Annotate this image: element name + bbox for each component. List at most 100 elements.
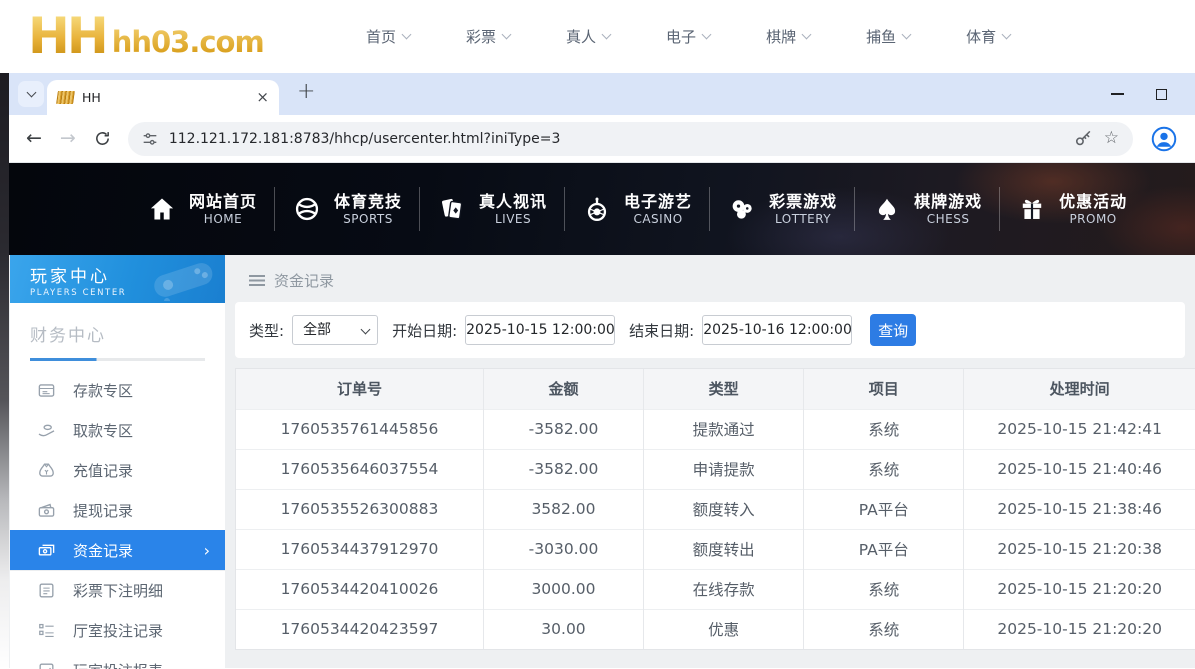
hero-label-zh: 彩票游戏 <box>769 192 837 212</box>
col-header-order-no: 订单号 <box>236 369 483 409</box>
cell-project: PA平台 <box>804 489 964 529</box>
hero-nav-sports[interactable]: 体育竞技 SPORTS <box>274 183 419 235</box>
sidebar-item-lottery-bet-details[interactable]: 彩票下注明细 <box>10 570 225 610</box>
top-nav-label: 彩票 <box>466 26 496 47</box>
url-text[interactable]: 112.121.172.181:8783/hhcp/usercenter.htm… <box>169 131 561 147</box>
top-nav-sports[interactable]: 体育 <box>966 26 1010 47</box>
sidebar-item-hall-bet-records[interactable]: 厅室投注记录 <box>10 610 225 650</box>
cell-type: 额度转出 <box>644 529 804 569</box>
cell-time: 2025-10-15 21:42:41 <box>964 409 1195 449</box>
tab-search-button[interactable] <box>18 81 44 107</box>
sidebar-item-recharge-records[interactable]: 充值记录 <box>10 450 225 490</box>
cell-project: 系统 <box>804 449 964 489</box>
cell-project: 系统 <box>804 409 964 449</box>
bookmark-star-icon[interactable]: ☆ <box>1104 130 1119 147</box>
top-nav-fishing[interactable]: 捕鱼 <box>866 26 910 47</box>
query-button[interactable]: 查询 <box>870 314 916 346</box>
page-title: 资金记录 <box>274 270 334 291</box>
cell-project: 系统 <box>804 569 964 609</box>
hero-nav-lottery[interactable]: 彩票游戏 LOTTERY <box>709 183 854 235</box>
top-nav-label: 体育 <box>966 26 996 47</box>
hero-nav-home[interactable]: 网站首页 HOME <box>129 183 274 235</box>
cell-order-no: 1760535761445856 <box>236 409 483 449</box>
cell-order-no: 1760534420410026 <box>236 569 483 609</box>
reload-button[interactable] <box>94 130 111 147</box>
type-select-wrap: 全部 <box>292 315 378 345</box>
new-tab-button[interactable]: + <box>297 81 315 103</box>
hero-nav-promo[interactable]: 优惠活动 PROMO <box>999 183 1144 235</box>
table-row: 1760534420423597 30.00 优惠 系统 2025-10-15 … <box>236 609 1195 649</box>
sidebar-item-deposit-zone[interactable]: 存款专区 <box>10 370 225 410</box>
top-nav-slots[interactable]: 电子 <box>666 26 710 47</box>
page-body: 玩家中心 PLAYERS CENTER 财务中心 <box>9 255 1195 668</box>
back-button[interactable]: ← <box>26 129 42 148</box>
end-date-input[interactable] <box>702 315 852 345</box>
window-maximize-button[interactable] <box>1156 89 1167 100</box>
browser-tab[interactable]: HH × <box>47 80 279 115</box>
col-header-amount: 金额 <box>483 369 643 409</box>
top-nav-label: 电子 <box>666 26 696 47</box>
window-minimize-button[interactable] <box>1111 93 1124 95</box>
profile-avatar-icon[interactable] <box>1151 126 1177 152</box>
cell-amount: -3582.00 <box>483 409 643 449</box>
top-nav-chess[interactable]: 棋牌 <box>766 26 810 47</box>
sidebar-item-withdrawal-records[interactable]: 提现记录 <box>10 490 225 530</box>
start-date-input[interactable] <box>465 315 615 345</box>
type-select[interactable]: 全部 <box>292 315 378 345</box>
cell-amount: 30.00 <box>483 609 643 649</box>
sidebar-item-player-bet-report[interactable]: 玩家投注报表 <box>10 650 225 669</box>
tab-title: HH <box>82 90 248 105</box>
menu-hamburger-icon[interactable] <box>249 275 265 286</box>
chevron-down-icon <box>26 88 36 98</box>
password-key-icon[interactable] <box>1074 129 1093 148</box>
money-bag-icon <box>37 461 56 480</box>
sidebar-item-withdraw-zone[interactable]: 取款专区 <box>10 410 225 450</box>
report-chart-icon <box>37 661 56 669</box>
roulette-icon <box>581 195 613 223</box>
hero-label-en: CHESS <box>927 212 970 227</box>
cell-time: 2025-10-15 21:38:46 <box>964 489 1195 529</box>
top-nav-live[interactable]: 真人 <box>566 26 610 47</box>
top-nav-lottery[interactable]: 彩票 <box>466 26 510 47</box>
hero-label-en: LOTTERY <box>775 212 831 227</box>
banknote-icon <box>37 501 56 520</box>
browser-toolbar: ← → 112.121.172.181:8783/hhcp/usercenter… <box>9 115 1195 163</box>
site-logo[interactable]: HH hh03.com <box>28 14 264 59</box>
home-icon <box>146 195 178 223</box>
hero-label-zh: 体育竞技 <box>334 192 402 212</box>
gift-icon <box>1016 196 1048 222</box>
col-header-project: 项目 <box>804 369 964 409</box>
cell-amount: -3582.00 <box>483 449 643 489</box>
cell-type: 优惠 <box>644 609 804 649</box>
site-settings-icon[interactable] <box>142 131 158 147</box>
cell-time: 2025-10-15 21:20:20 <box>964 609 1195 649</box>
hero-label-zh: 真人视讯 <box>479 192 547 212</box>
forward-button[interactable]: → <box>60 129 76 148</box>
cell-project: 系统 <box>804 609 964 649</box>
table-row: 1760534437912970 -3030.00 额度转出 PA平台 2025… <box>236 529 1195 569</box>
table-row: 1760535761445856 -3582.00 提款通过 系统 2025-1… <box>236 409 1195 449</box>
cell-order-no: 1760534420423597 <box>236 609 483 649</box>
deposit-terminal-icon <box>37 381 56 400</box>
hero-label-en: PROMO <box>1069 212 1116 227</box>
desktop-background-strip <box>0 73 9 669</box>
browser-tab-bar: HH × + <box>9 73 1195 115</box>
start-date-label: 开始日期: <box>392 320 457 341</box>
window-controls <box>1111 89 1167 100</box>
top-nav-label: 棋牌 <box>766 26 796 47</box>
document-list-icon <box>37 581 56 600</box>
hero-nav-lives[interactable]: 真人视讯 LIVES <box>419 183 564 235</box>
top-nav: 首页 彩票 真人 电子 棋牌 捕鱼 体育 <box>366 0 1010 73</box>
hero-nav-chess[interactable]: 棋牌游戏 CHESS <box>854 183 999 235</box>
tab-close-icon[interactable]: × <box>256 90 269 105</box>
sidebar-menu: 存款专区 取款专区 <box>10 370 225 669</box>
sidebar-item-funds-records[interactable]: 资金记录 › <box>10 530 225 570</box>
site-header: HH hh03.com 首页 彩票 真人 电子 棋牌 捕鱼 体育 <box>0 0 1195 73</box>
hero-label-en: LIVES <box>495 212 531 227</box>
hero-nav-casino[interactable]: 电子游艺 CASINO <box>564 183 709 235</box>
url-bar[interactable]: 112.121.172.181:8783/hhcp/usercenter.htm… <box>128 122 1133 156</box>
hero-label-zh: 优惠活动 <box>1059 192 1127 212</box>
col-header-time: 处理时间 <box>964 369 1195 409</box>
top-nav-home[interactable]: 首页 <box>366 26 410 47</box>
chevron-down-icon <box>502 30 512 40</box>
